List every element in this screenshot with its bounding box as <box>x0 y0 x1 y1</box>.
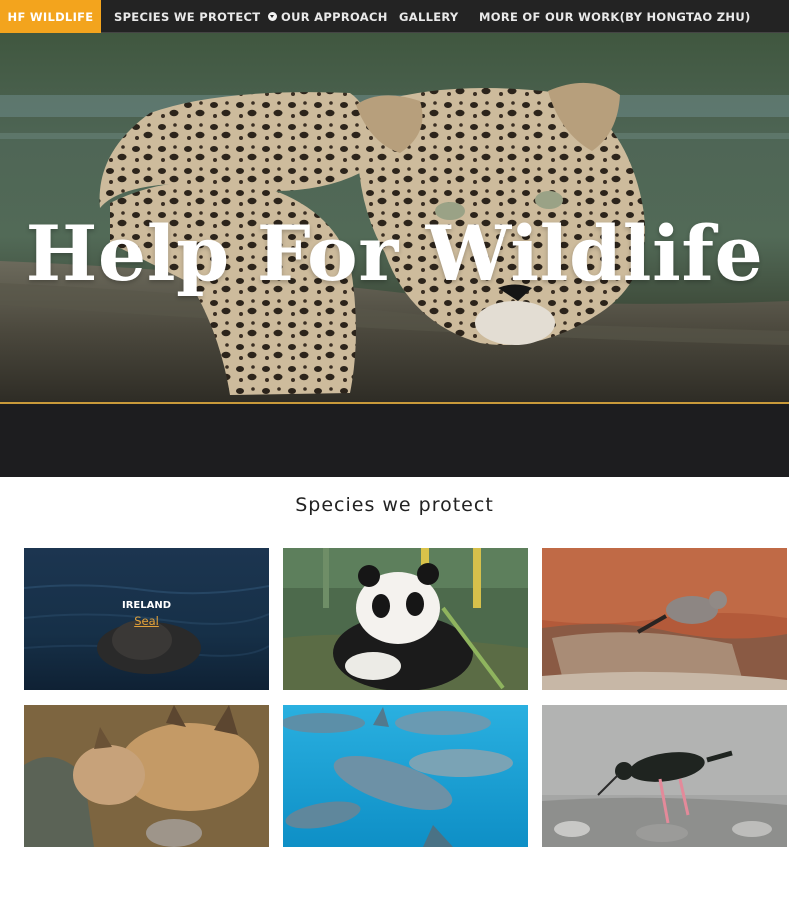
species-card-seal[interactable]: IRELAND Seal <box>24 548 269 690</box>
wading-bird-photo <box>542 705 787 847</box>
species-link-seal[interactable]: Seal <box>134 614 159 628</box>
hero-banner: Help For Wildlife <box>0 33 789 403</box>
brand-link[interactable]: HF WILDLIFE <box>0 0 101 33</box>
lynx-photo <box>24 705 269 847</box>
species-card-bird[interactable] <box>542 705 787 847</box>
section-title: Species we protect <box>295 494 494 516</box>
nav-item-label: SPECIES WE PROTECT <box>114 9 261 24</box>
chevron-down-icon <box>268 12 278 21</box>
hero-title: Help For Wildlife <box>25 209 764 298</box>
wallaby-photo <box>542 548 787 690</box>
species-card-panda[interactable] <box>283 548 528 690</box>
card-country: IRELAND <box>121 600 172 611</box>
dolphin-photo <box>283 705 528 847</box>
card-caption: IRELAND Seal <box>24 548 269 690</box>
species-card-lynx[interactable] <box>24 705 269 847</box>
nav-item-approach[interactable]: OUR APPROACH <box>281 0 388 33</box>
nav-item-more-work[interactable]: MORE OF OUR WORK(BY HONGTAO ZHU) <box>479 0 751 33</box>
species-card-dolphin[interactable] <box>283 705 528 847</box>
nav-item-species[interactable]: SPECIES WE PROTECT <box>114 0 278 33</box>
nav-item-gallery[interactable]: GALLERY <box>399 0 459 33</box>
dark-band <box>0 404 789 477</box>
species-card-wallaby[interactable] <box>542 548 787 690</box>
panda-photo <box>283 548 528 690</box>
top-nav: HF WILDLIFE SPECIES WE PROTECT OUR APPRO… <box>0 0 789 33</box>
